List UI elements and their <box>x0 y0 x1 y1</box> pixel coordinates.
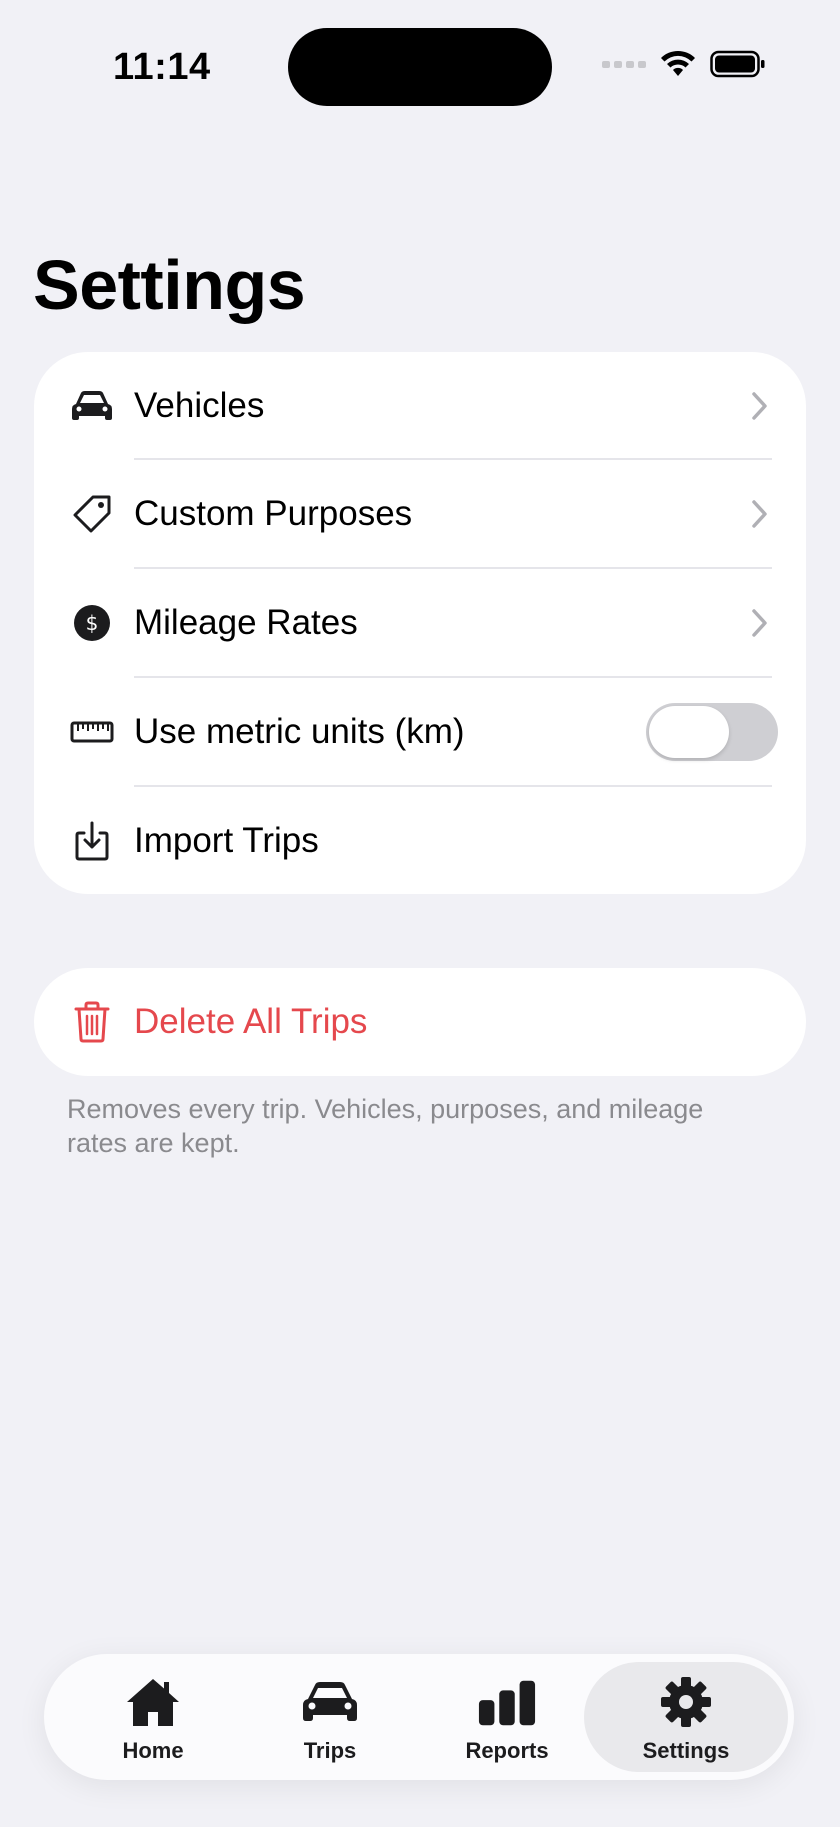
ruler-icon <box>68 708 116 756</box>
svg-text:$: $ <box>86 611 99 635</box>
dynamic-island <box>288 28 552 106</box>
gear-icon <box>656 1676 716 1728</box>
custom-purposes-row[interactable]: Custom Purposes <box>34 460 806 568</box>
toggle-knob <box>649 706 729 758</box>
delete-all-trips-button[interactable]: Delete All Trips <box>34 968 806 1076</box>
house-icon <box>123 1676 183 1728</box>
chevron-right-icon <box>752 392 767 420</box>
cellular-signal-icon <box>602 60 646 68</box>
metric-units-row: Use metric units (km) <box>34 678 806 786</box>
battery-icon <box>710 50 765 78</box>
mileage-rates-label: Mileage Rates <box>134 603 358 642</box>
tab-trips-label: Trips <box>303 1738 357 1763</box>
bar-chart-icon <box>477 1676 537 1728</box>
tab-reports[interactable]: Reports <box>422 1662 592 1772</box>
tag-icon <box>68 490 116 538</box>
status-bar: 11:14 <box>0 0 840 140</box>
metric-units-label: Use metric units (km) <box>134 712 465 751</box>
custom-purposes-label: Custom Purposes <box>134 494 413 533</box>
car-icon <box>300 1676 360 1728</box>
vehicles-row[interactable]: Vehicles <box>34 352 806 460</box>
tab-reports-label: Reports <box>465 1738 549 1763</box>
wifi-icon <box>661 50 695 76</box>
metric-units-toggle[interactable] <box>646 703 778 761</box>
tab-bar: Home Trips Reports Settings <box>44 1654 794 1780</box>
tab-settings-label: Settings <box>642 1738 730 1763</box>
chevron-right-icon <box>752 609 767 637</box>
dollar-circle-icon: $ <box>68 599 116 647</box>
delete-row: Delete All Trips <box>34 968 806 1076</box>
delete-footnote: Removes every trip. Vehicles, purposes, … <box>67 1094 704 1158</box>
car-icon <box>68 382 116 430</box>
status-icons <box>602 50 766 78</box>
import-trips-row[interactable]: Import Trips <box>34 787 806 895</box>
status-time: 11:14 <box>113 46 211 88</box>
tab-settings[interactable]: Settings <box>584 1662 788 1772</box>
page-title: Settings <box>33 246 306 324</box>
mileage-rates-row[interactable]: $ Mileage Rates <box>34 569 806 677</box>
tab-trips[interactable]: Trips <box>245 1662 415 1772</box>
tab-home-label: Home <box>122 1738 184 1763</box>
vehicles-label: Vehicles <box>134 386 265 425</box>
delete-all-trips-label: Delete All Trips <box>134 1002 368 1041</box>
settings-list: Vehicles Custom Purposes $ Mileage Rates <box>34 352 806 894</box>
chevron-right-icon <box>752 500 767 528</box>
tab-home[interactable]: Home <box>68 1662 238 1772</box>
import-icon <box>68 817 116 865</box>
trash-icon <box>68 998 116 1046</box>
import-trips-label: Import Trips <box>134 821 319 860</box>
